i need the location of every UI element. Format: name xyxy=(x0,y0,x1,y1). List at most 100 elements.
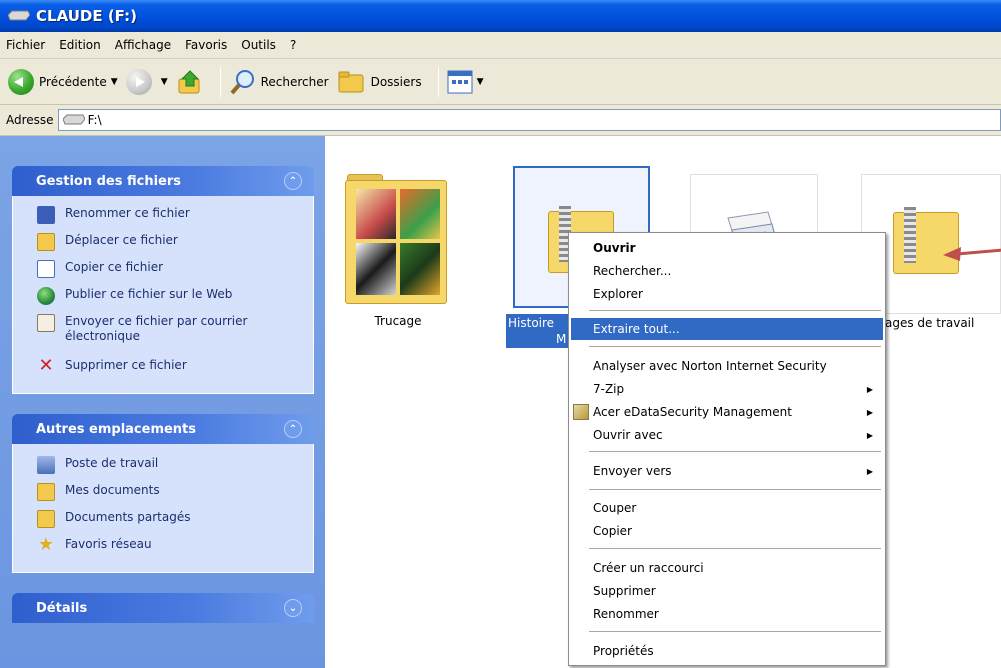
menu-label: Analyser avec Norton Internet Security xyxy=(593,359,827,373)
shared-folder-icon xyxy=(37,510,55,528)
forward-button[interactable]: ▼ xyxy=(125,68,168,95)
delete-icon: ✕ xyxy=(38,355,54,376)
menu-7zip[interactable]: 7-Zip ▶ xyxy=(569,378,885,400)
other-places-header[interactable]: Autres emplacements ⌃ xyxy=(12,414,314,444)
menu-open-with[interactable]: Ouvrir avec ▶ xyxy=(569,424,885,446)
zip-folder-icon xyxy=(893,207,959,274)
menu-explore[interactable]: Explorer xyxy=(569,283,885,305)
task-label: Supprimer ce fichier xyxy=(65,358,187,372)
submenu-arrow-icon: ▶ xyxy=(866,466,873,476)
annotation-arrow-icon xyxy=(943,247,1001,261)
views-icon xyxy=(447,70,473,93)
task-label: Renommer ce fichier xyxy=(65,206,190,220)
folders-button[interactable]: Dossiers xyxy=(337,69,422,95)
menu-create-shortcut[interactable]: Créer un raccourci xyxy=(569,557,885,579)
menu-rename[interactable]: Renommer xyxy=(569,603,885,625)
place-network[interactable]: ★ Favoris réseau xyxy=(37,534,313,564)
search-button[interactable]: Rechercher xyxy=(229,68,329,96)
menu-label: Renommer xyxy=(593,607,659,621)
address-bar: Adresse F:\ xyxy=(0,105,1001,136)
network-icon: ★ xyxy=(37,534,55,555)
menu-open[interactable]: Ouvrir xyxy=(569,237,885,259)
forward-dropdown-icon[interactable]: ▼ xyxy=(161,77,168,87)
expand-icon[interactable]: ⌄ xyxy=(284,599,302,617)
menu-label: Propriétés xyxy=(593,644,654,658)
address-label: Adresse xyxy=(6,113,54,127)
file-tasks-body: Renommer ce fichier Déplacer ce fichier … xyxy=(12,196,314,394)
thumbnail xyxy=(356,243,396,295)
menu-search[interactable]: Rechercher... xyxy=(569,260,885,282)
menu-acer-edatasecurity[interactable]: Acer eDataSecurity Management ▶ xyxy=(569,401,885,423)
views-dropdown-icon[interactable]: ▼ xyxy=(477,77,484,87)
task-copy[interactable]: Copier ce fichier xyxy=(37,260,313,287)
up-folder-icon xyxy=(178,69,200,93)
menu-separator xyxy=(589,548,881,549)
details-header[interactable]: Détails ⌄ xyxy=(12,593,314,623)
task-delete[interactable]: ✕ Supprimer ce fichier xyxy=(37,355,313,385)
file-name-line2: M xyxy=(556,332,567,346)
rename-icon xyxy=(37,206,55,224)
toolbar: Précédente ▼ ▼ Rechercher Dossiers ▼ xyxy=(0,59,1001,105)
address-field[interactable]: F:\ xyxy=(57,109,1001,131)
menu-outils[interactable]: Outils xyxy=(241,38,276,52)
menu-delete[interactable]: Supprimer xyxy=(569,580,885,602)
views-button[interactable]: ▼ xyxy=(447,70,484,94)
menu-extract-all[interactable]: Extraire tout... xyxy=(571,318,883,340)
mail-icon xyxy=(37,314,55,332)
menu-edition[interactable]: Edition xyxy=(59,38,101,52)
other-places-body: Poste de travail Mes documents Documents… xyxy=(12,444,314,573)
menu-label: 7-Zip xyxy=(593,382,625,396)
menu-label: Acer eDataSecurity Management xyxy=(593,405,792,419)
other-places-title: Autres emplacements xyxy=(36,421,197,437)
menu-properties[interactable]: Propriétés xyxy=(569,640,885,662)
computer-icon xyxy=(37,456,55,474)
place-shared-documents[interactable]: Documents partagés xyxy=(37,510,313,537)
task-rename[interactable]: Renommer ce fichier xyxy=(37,206,313,233)
zipper-icon xyxy=(904,207,916,263)
toolbar-separator xyxy=(219,66,221,97)
copy-icon xyxy=(37,260,55,278)
task-pane: Gestion des fichiers ⌃ Renommer ce fichi… xyxy=(0,136,325,668)
menu-cut[interactable]: Couper xyxy=(569,497,885,519)
menu-help[interactable]: ? xyxy=(290,38,296,52)
menu-send-to[interactable]: Envoyer vers ▶ xyxy=(569,460,885,482)
menu-fichier[interactable]: Fichier xyxy=(6,38,45,52)
up-folder-button[interactable] xyxy=(176,68,204,96)
task-email[interactable]: Envoyer ce fichier par courrier électron… xyxy=(37,314,313,358)
menu-label: Explorer xyxy=(593,287,643,301)
documents-icon xyxy=(37,483,55,501)
collapse-icon[interactable]: ⌃ xyxy=(284,420,302,438)
submenu-arrow-icon: ▶ xyxy=(866,407,873,417)
folders-icon xyxy=(338,71,364,92)
collapse-icon[interactable]: ⌃ xyxy=(284,172,302,190)
back-button[interactable]: Précédente ▼ xyxy=(8,68,118,95)
window-title: CLAUDE (F:) xyxy=(36,7,137,25)
task-label: Déplacer ce fichier xyxy=(65,233,178,247)
menu-favoris[interactable]: Favoris xyxy=(185,38,227,52)
forward-arrow-icon xyxy=(125,68,152,95)
menu-label: Envoyer vers xyxy=(593,464,672,478)
file-tasks-header[interactable]: Gestion des fichiers ⌃ xyxy=(12,166,314,196)
thumbnail xyxy=(400,189,440,239)
menu-label: Ouvrir xyxy=(593,241,636,255)
search-label: Rechercher xyxy=(260,74,329,89)
task-publish[interactable]: Publier ce fichier sur le Web xyxy=(37,287,313,314)
menu-separator xyxy=(589,346,881,347)
menu-separator xyxy=(589,489,881,490)
file-tile-trucage[interactable]: Trucage xyxy=(343,174,453,334)
place-my-documents[interactable]: Mes documents xyxy=(37,483,313,510)
back-dropdown-icon[interactable]: ▼ xyxy=(111,77,118,87)
submenu-arrow-icon: ▶ xyxy=(866,430,873,440)
task-label: Copier ce fichier xyxy=(65,260,164,274)
search-icon xyxy=(230,69,254,94)
file-name: ages de travail xyxy=(885,316,975,330)
drive-icon xyxy=(62,114,85,125)
place-my-computer[interactable]: Poste de travail xyxy=(37,456,313,483)
menu-norton-scan[interactable]: Analyser avec Norton Internet Security xyxy=(569,355,885,377)
file-name: Trucage xyxy=(374,314,422,328)
menu-copy[interactable]: Copier xyxy=(569,520,885,542)
menu-label: Extraire tout... xyxy=(593,322,680,336)
back-label: Précédente xyxy=(39,74,107,89)
task-move[interactable]: Déplacer ce fichier xyxy=(37,233,313,260)
menu-affichage[interactable]: Affichage xyxy=(115,38,171,52)
